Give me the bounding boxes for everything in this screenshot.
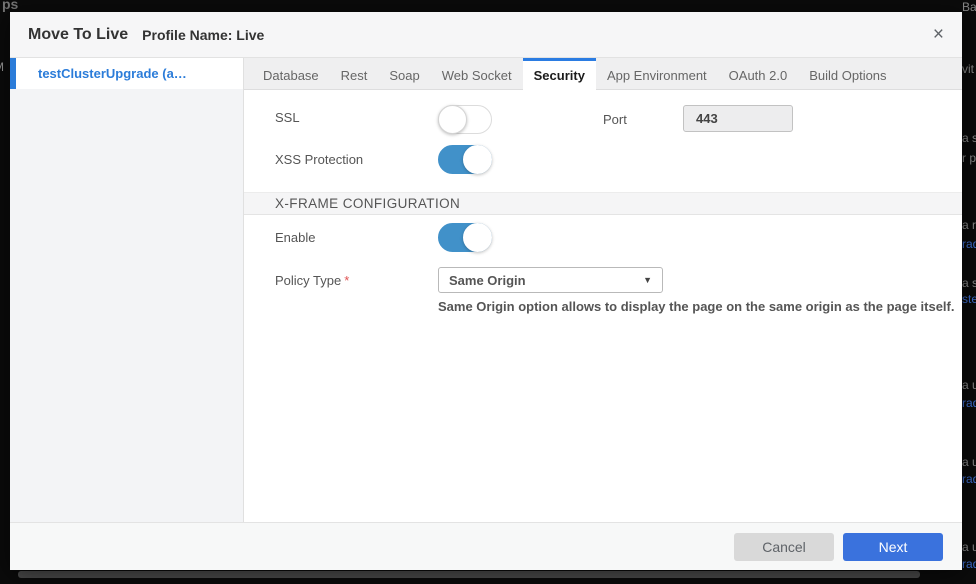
xframe-enable-toggle[interactable] <box>438 223 492 252</box>
security-panel: SSL Port XSS Protection X-FRAME CONFIGUR… <box>244 90 962 522</box>
xframe-section-header: X-FRAME CONFIGURATION <box>244 192 962 215</box>
policy-type-label: Policy Type* <box>275 273 349 288</box>
toggle-knob <box>463 145 492 174</box>
background-text-fragment: ps <box>2 0 18 12</box>
policy-type-selected-value: Same Origin <box>449 273 526 288</box>
policy-type-helper-text: Same Origin option allows to display the… <box>438 299 976 314</box>
tab-app-environment[interactable]: App Environment <box>596 58 718 89</box>
content-area: DatabaseRestSoapWeb SocketSecurityApp En… <box>244 58 962 522</box>
background-text-fragment: a re <box>962 218 976 232</box>
xframe-section-title: X-FRAME CONFIGURATION <box>275 196 460 211</box>
background-text-fragment: a s <box>962 131 976 145</box>
background-text-fragment: M <box>0 60 4 74</box>
profile-name-label: Profile Name: Live <box>142 27 264 43</box>
port-label: Port <box>603 112 627 127</box>
dialog-body: testClusterUpgrade (a… DatabaseRestSoapW… <box>10 58 962 522</box>
policy-type-select[interactable]: Same Origin ▼ <box>438 267 663 293</box>
background-text-fragment: rad <box>962 396 976 410</box>
required-asterisk: * <box>344 273 349 288</box>
ssl-label: SSL <box>275 110 300 125</box>
background-text-fragment: vit <box>962 62 974 76</box>
sidebar: testClusterUpgrade (a… <box>10 58 244 522</box>
xss-protection-toggle[interactable] <box>438 145 492 174</box>
tab-soap[interactable]: Soap <box>378 58 430 89</box>
tab-security[interactable]: Security <box>523 58 596 90</box>
background-text-fragment: a u <box>962 378 976 392</box>
background-text-fragment: rad <box>962 472 976 486</box>
tab-oauth-2-0[interactable]: OAuth 2.0 <box>718 58 799 89</box>
chevron-down-icon: ▼ <box>643 275 652 285</box>
background-text-fragment: rad <box>962 237 976 251</box>
background-text-fragment: a u <box>962 455 976 469</box>
move-to-live-dialog: Move To Live Profile Name: Live × testCl… <box>10 12 962 570</box>
ssl-toggle[interactable] <box>438 105 492 134</box>
tab-build-options[interactable]: Build Options <box>798 58 897 89</box>
toggle-knob <box>463 223 492 252</box>
background-text-fragment: r p <box>962 151 976 165</box>
close-icon[interactable]: × <box>933 25 944 44</box>
sidebar-item-test-cluster-upgrade[interactable]: testClusterUpgrade (a… <box>10 58 243 89</box>
xss-protection-label: XSS Protection <box>275 152 363 167</box>
background-text-fragment: rad <box>962 557 976 571</box>
tab-strip: DatabaseRestSoapWeb SocketSecurityApp En… <box>244 58 962 90</box>
background-text-fragment: a u <box>962 540 976 554</box>
background-text-fragment: Bac <box>962 0 976 14</box>
port-input[interactable] <box>683 105 793 132</box>
tab-database[interactable]: Database <box>252 58 330 89</box>
dialog-header: Move To Live Profile Name: Live × <box>10 12 962 58</box>
enable-label: Enable <box>275 230 315 245</box>
tab-rest[interactable]: Rest <box>330 58 379 89</box>
background-horizontal-scrollbar[interactable] <box>18 571 920 578</box>
toggle-knob <box>438 105 467 134</box>
sidebar-item-label: testClusterUpgrade (a… <box>38 66 187 81</box>
cancel-button[interactable]: Cancel <box>734 533 834 561</box>
tab-web-socket[interactable]: Web Socket <box>431 58 523 89</box>
policy-type-label-text: Policy Type <box>275 273 341 288</box>
next-button[interactable]: Next <box>843 533 943 561</box>
dialog-footer: Cancel Next <box>10 522 962 570</box>
background-text-fragment: a s <box>962 276 976 290</box>
dialog-title: Move To Live <box>28 26 128 44</box>
